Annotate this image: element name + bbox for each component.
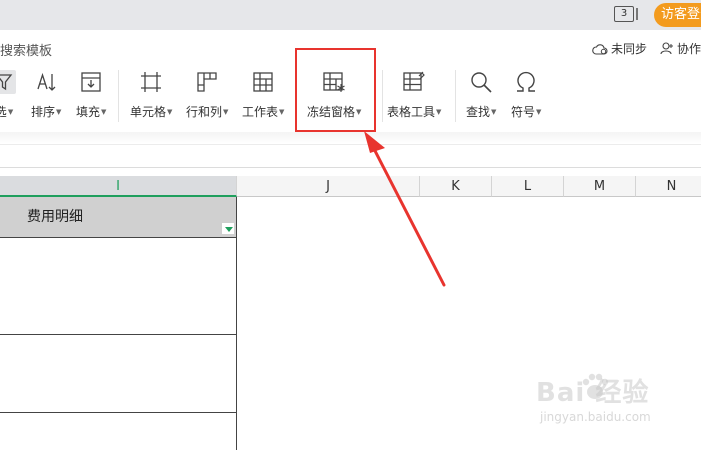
table-tools-label: 表格工具 bbox=[387, 105, 436, 119]
row-col-icon bbox=[195, 70, 219, 94]
header-cell-expense-details[interactable]: 费用明细 bbox=[0, 197, 237, 238]
cell-label: 单元格 bbox=[130, 105, 167, 119]
collab-button[interactable]: 协作 bbox=[660, 40, 701, 57]
ribbon-separator bbox=[382, 70, 383, 122]
cell-icon bbox=[139, 70, 163, 94]
find-tool[interactable]: 查找▼ bbox=[466, 70, 496, 120]
sort-tool[interactable]: 排序▼ bbox=[31, 70, 61, 120]
worksheet-icon bbox=[251, 70, 275, 94]
symbol-tool[interactable]: 符号▼ bbox=[511, 70, 541, 120]
column-filter-dropdown[interactable] bbox=[221, 222, 235, 235]
search-icon bbox=[469, 70, 493, 94]
window-count-tab-marker bbox=[636, 8, 638, 20]
fill-icon bbox=[79, 70, 103, 94]
window-count-badge[interactable]: 3 bbox=[614, 6, 634, 22]
column-header-k[interactable]: K bbox=[420, 176, 492, 197]
ribbon-separator bbox=[118, 70, 119, 122]
cell-tool[interactable]: 单元格▼ bbox=[130, 70, 172, 120]
sync-status-label: 未同步 bbox=[611, 42, 648, 56]
table-tools-icon bbox=[402, 70, 426, 94]
collab-label: 协作 bbox=[677, 42, 701, 56]
symbol-label: 符号 bbox=[511, 105, 536, 119]
worksheet-tool[interactable]: 工作表▼ bbox=[242, 70, 284, 120]
cloud-sync-icon bbox=[592, 43, 608, 55]
table-column-border bbox=[236, 238, 237, 450]
filter-label: 选 bbox=[0, 105, 7, 119]
baidu-paw-icon bbox=[582, 373, 609, 399]
freeze-panes-highlight-box bbox=[295, 48, 376, 132]
baidu-watermark-url: jingyan.baidu.com bbox=[540, 410, 651, 424]
visitor-login-button[interactable]: 访客登录 bbox=[654, 3, 701, 27]
fill-label: 填充 bbox=[76, 105, 101, 119]
table-row-border bbox=[0, 412, 237, 413]
filter-icon bbox=[0, 70, 16, 94]
sync-status[interactable]: 未同步 bbox=[592, 40, 647, 57]
formula-bar[interactable] bbox=[0, 144, 701, 168]
omega-icon bbox=[514, 70, 538, 94]
column-header-j[interactable]: J bbox=[237, 176, 420, 197]
user-add-icon bbox=[660, 42, 673, 55]
ribbon-separator bbox=[455, 70, 456, 122]
filter-tool[interactable]: 选▼ bbox=[0, 70, 16, 120]
column-header-i[interactable]: I bbox=[0, 176, 237, 197]
ribbon-shadow bbox=[0, 132, 701, 144]
find-label: 查找 bbox=[466, 105, 491, 119]
table-tools-tool[interactable]: 表格工具▼ bbox=[387, 70, 441, 120]
sort-label: 排序 bbox=[31, 105, 56, 119]
fill-tool[interactable]: 填充▼ bbox=[76, 70, 106, 120]
title-bar: 3 访客登录 bbox=[0, 0, 701, 30]
table-row-border bbox=[0, 334, 237, 335]
sort-icon bbox=[34, 70, 58, 94]
column-header-m[interactable]: M bbox=[564, 176, 636, 197]
search-templates-link[interactable]: 搜索模板 bbox=[0, 40, 52, 59]
column-header-n[interactable]: N bbox=[636, 176, 701, 197]
row-col-label: 行和列 bbox=[186, 105, 223, 119]
worksheet-label: 工作表 bbox=[242, 105, 279, 119]
row-col-tool[interactable]: 行和列▼ bbox=[186, 70, 228, 120]
column-header-l[interactable]: L bbox=[492, 176, 564, 197]
